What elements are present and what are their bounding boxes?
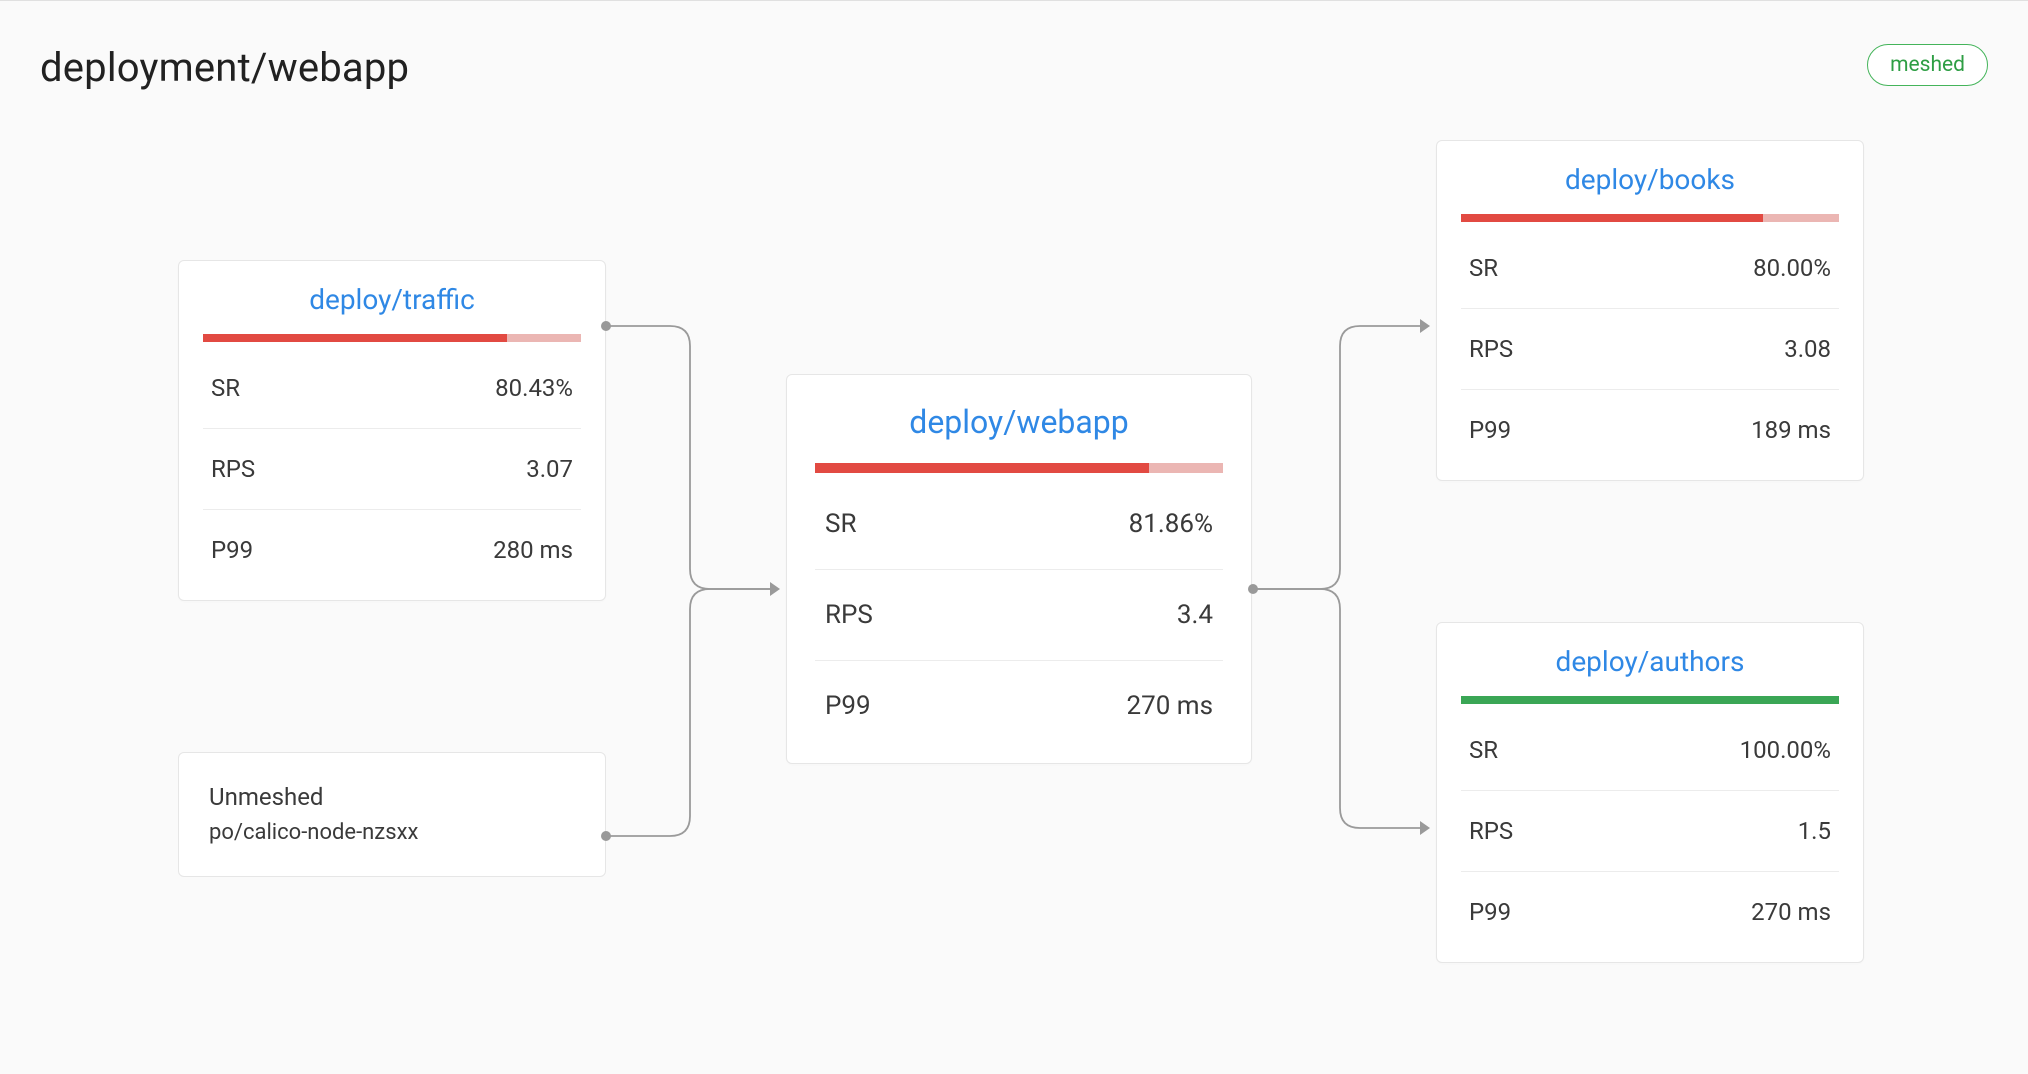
metric-row-sr: SR 100.00% [1461, 710, 1839, 791]
metrics-list: SR 81.86% RPS 3.4 P99 270 ms [787, 479, 1251, 763]
metric-label: P99 [1469, 416, 1511, 444]
metric-label: P99 [211, 536, 253, 564]
metric-value: 3.07 [526, 455, 573, 483]
metric-row-sr: SR 81.86% [815, 479, 1223, 570]
success-rate-bar [815, 463, 1223, 473]
meshed-badge: meshed [1867, 44, 1988, 86]
metric-label: P99 [1469, 898, 1511, 926]
metric-row-p99: P99 270 ms [1461, 872, 1839, 952]
port-unmeshed-out [601, 831, 611, 841]
metric-value: 270 ms [1751, 898, 1831, 926]
node-title-link[interactable]: deploy/books [1437, 141, 1863, 214]
success-rate-bar [1461, 696, 1839, 704]
node-title-link[interactable]: deploy/webapp [787, 375, 1251, 463]
metric-value: 81.86% [1129, 509, 1213, 539]
metrics-list: SR 80.00% RPS 3.08 P99 189 ms [1437, 228, 1863, 480]
success-rate-bar [1461, 214, 1839, 222]
metric-label: SR [1469, 254, 1498, 282]
page-title: deployment/webapp [40, 44, 409, 91]
node-card-authors[interactable]: deploy/authors SR 100.00% RPS 1.5 P99 27… [1436, 622, 1864, 963]
metric-row-rps: RPS 3.08 [1461, 309, 1839, 390]
node-card-traffic[interactable]: deploy/traffic SR 80.43% RPS 3.07 P99 28… [178, 260, 606, 601]
metric-value: 80.00% [1753, 254, 1831, 282]
port-webapp-out [1248, 584, 1258, 594]
metric-row-p99: P99 280 ms [203, 510, 581, 590]
success-rate-bar [203, 334, 581, 342]
metrics-list: SR 80.43% RPS 3.07 P99 280 ms [179, 348, 605, 600]
node-title-link[interactable]: deploy/traffic [179, 261, 605, 334]
metric-row-sr: SR 80.00% [1461, 228, 1839, 309]
metric-label: SR [1469, 736, 1498, 764]
metric-value: 100.00% [1740, 736, 1831, 764]
metric-value: 280 ms [493, 536, 573, 564]
metric-value: 80.43% [495, 374, 573, 402]
metric-value: 3.4 [1177, 600, 1213, 630]
metric-label: RPS [1469, 817, 1513, 845]
metric-value: 270 ms [1126, 691, 1213, 721]
metric-value: 189 ms [1751, 416, 1831, 444]
arrow-to-books [1420, 319, 1430, 333]
unmeshed-subtitle: po/calico-node-nzsxx [209, 816, 575, 850]
node-title-link[interactable]: deploy/authors [1437, 623, 1863, 696]
metric-label: RPS [211, 455, 255, 483]
metric-value: 1.5 [1798, 817, 1831, 845]
node-card-unmeshed[interactable]: Unmeshed po/calico-node-nzsxx [178, 752, 606, 877]
metric-value: 3.08 [1784, 335, 1831, 363]
metric-row-p99: P99 270 ms [815, 661, 1223, 751]
metric-label: RPS [825, 600, 873, 630]
node-card-webapp[interactable]: deploy/webapp SR 81.86% RPS 3.4 P99 270 … [786, 374, 1252, 764]
arrow-to-webapp [770, 582, 780, 596]
unmeshed-title: Unmeshed [209, 779, 575, 816]
metric-row-p99: P99 189 ms [1461, 390, 1839, 470]
metric-row-sr: SR 80.43% [203, 348, 581, 429]
arrow-to-authors [1420, 821, 1430, 835]
metrics-list: SR 100.00% RPS 1.5 P99 270 ms [1437, 710, 1863, 962]
metric-label: P99 [825, 691, 871, 721]
metric-label: SR [211, 374, 240, 402]
metric-row-rps: RPS 3.07 [203, 429, 581, 510]
port-traffic-out [601, 321, 611, 331]
top-divider [0, 0, 2028, 1]
metric-label: SR [825, 509, 856, 539]
metric-label: RPS [1469, 335, 1513, 363]
metric-row-rps: RPS 1.5 [1461, 791, 1839, 872]
node-card-books[interactable]: deploy/books SR 80.00% RPS 3.08 P99 189 … [1436, 140, 1864, 481]
metric-row-rps: RPS 3.4 [815, 570, 1223, 661]
